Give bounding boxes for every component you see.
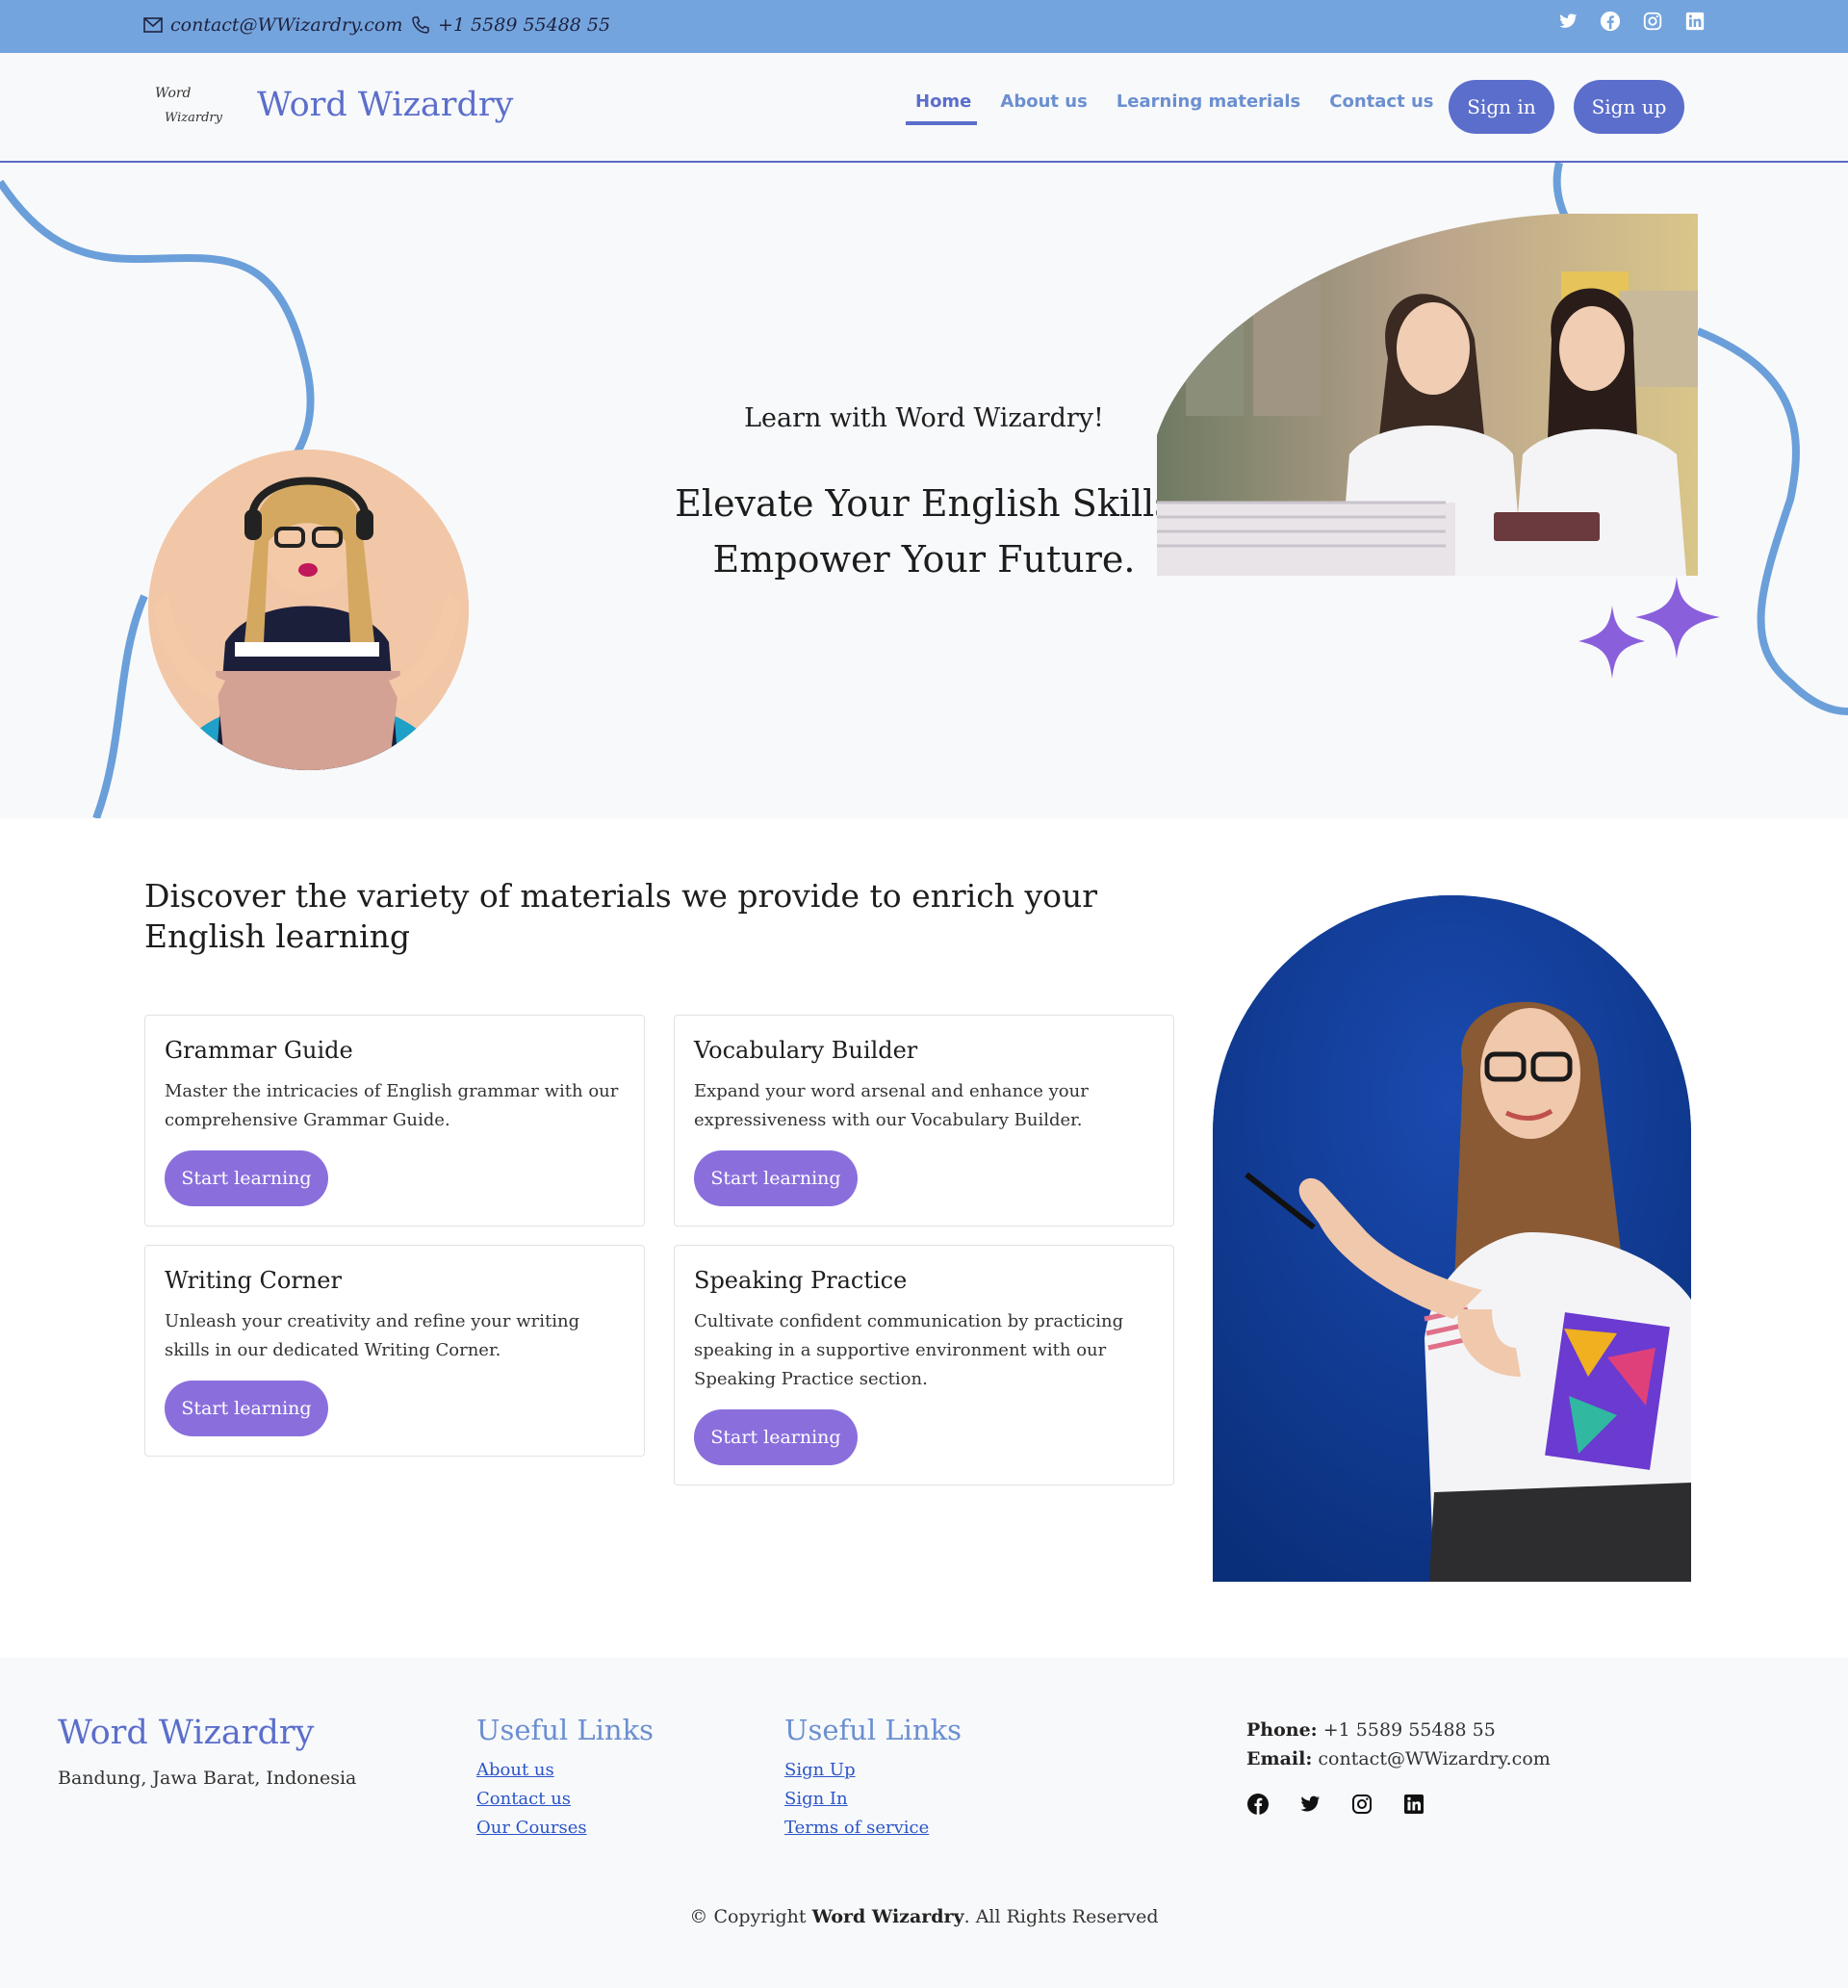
- nav-learning-materials[interactable]: Learning materials: [1107, 91, 1320, 125]
- card-grammar-guide: Grammar Guide Master the intricacies of …: [144, 1015, 645, 1226]
- footer-brand[interactable]: Word Wizardry: [58, 1714, 314, 1752]
- nav-about-us[interactable]: About us: [990, 91, 1106, 125]
- start-learning-button[interactable]: Start learning: [165, 1381, 328, 1436]
- main-nav: Home About us Learning materials Contact…: [906, 91, 1452, 125]
- linkedin-icon[interactable]: [1402, 1793, 1425, 1816]
- materials-title: Discover the variety of materials we pro…: [144, 877, 1098, 955]
- twitter-icon[interactable]: [1298, 1793, 1322, 1816]
- footer-email-label: Email:: [1246, 1748, 1313, 1769]
- facebook-icon[interactable]: [1246, 1793, 1270, 1816]
- sign-in-button[interactable]: Sign in: [1449, 80, 1554, 134]
- sign-up-button[interactable]: Sign up: [1574, 80, 1684, 134]
- hero-subtitle: Learn with Word Wizardry!: [744, 403, 1104, 433]
- footer-phone: Phone: +1 5589 55488 55: [1246, 1716, 1551, 1744]
- footer-email-value: contact@WWizardry.com: [1318, 1748, 1551, 1769]
- linkedin-icon[interactable]: [1684, 11, 1706, 32]
- footer-link-our-courses[interactable]: Our Courses: [476, 1814, 654, 1843]
- facebook-icon[interactable]: [1600, 11, 1621, 32]
- card-text: Expand your word arsenal and enhance you…: [694, 1081, 1089, 1130]
- hero-title-line-1: Elevate Your English Skills: [675, 482, 1173, 525]
- topbar-social: [1557, 11, 1706, 32]
- footer-address: Bandung, Jawa Barat, Indonesia: [58, 1768, 357, 1789]
- copyright-suffix: . All Rights Reserved: [963, 1906, 1159, 1927]
- card-text: Cultivate confident communication by pra…: [694, 1311, 1124, 1389]
- materials-section: Discover the variety of materials we pro…: [0, 818, 1848, 1658]
- card-title: Speaking Practice: [694, 1267, 908, 1294]
- footer-col-title: Useful Links: [784, 1714, 962, 1746]
- phone-icon: [412, 16, 429, 34]
- footer-email: Email: contact@WWizardry.com: [1246, 1744, 1551, 1773]
- hero-image-student-laptop: [148, 450, 469, 770]
- materials-image-student-pointing: [1213, 895, 1691, 1582]
- instagram-icon[interactable]: [1642, 11, 1663, 32]
- sparkles-decoration: [1578, 577, 1720, 679]
- logo-line-2: Wizardry: [165, 111, 222, 125]
- copyright: © Copyright Word Wizardry. All Rights Re…: [0, 1906, 1848, 1927]
- topbar-phone[interactable]: +1 5589 55488 55: [411, 14, 610, 36]
- copyright-brand: Word Wizardry: [811, 1906, 964, 1927]
- site-header: Word Wizardry Word Wizardry Home About u…: [0, 53, 1848, 163]
- nav-home[interactable]: Home: [906, 91, 990, 125]
- brand-name[interactable]: Word Wizardry: [257, 86, 513, 124]
- hero-title-line-2: Empower Your Future.: [712, 538, 1136, 581]
- logo-line-1: Word: [155, 86, 192, 101]
- footer-links-col-1: Useful Links About us Contact us Our Cou…: [476, 1714, 654, 1843]
- footer-phone-value: +1 5589 55488 55: [1322, 1719, 1496, 1741]
- footer-link-contact-us[interactable]: Contact us: [476, 1785, 654, 1814]
- footer-links-col-2: Useful Links Sign Up Sign In Terms of se…: [784, 1714, 962, 1843]
- hero-section: Learn with Word Wizardry! Elevate Your E…: [0, 163, 1848, 818]
- footer-link-sign-up[interactable]: Sign Up: [784, 1756, 962, 1785]
- twitter-icon[interactable]: [1557, 11, 1578, 32]
- topbar-email[interactable]: contact@WWizardry.com: [143, 14, 402, 36]
- footer-phone-label: Phone:: [1246, 1719, 1318, 1741]
- topbar-phone-text: +1 5589 55488 55: [438, 14, 611, 36]
- card-text: Master the intricacies of English gramma…: [165, 1081, 619, 1130]
- start-learning-button[interactable]: Start learning: [694, 1150, 858, 1206]
- site-footer: Word Wizardry Bandung, Jawa Barat, Indon…: [0, 1658, 1848, 1988]
- footer-social: [1246, 1793, 1425, 1816]
- top-bar: contact@WWizardry.com +1 5589 55488 55: [0, 0, 1848, 53]
- footer-contact: Phone: +1 5589 55488 55 Email: contact@W…: [1246, 1716, 1551, 1773]
- footer-link-about-us[interactable]: About us: [476, 1756, 654, 1785]
- footer-col-title: Useful Links: [476, 1714, 654, 1746]
- card-writing-corner: Writing Corner Unleash your creativity a…: [144, 1245, 645, 1457]
- logo[interactable]: Word Wizardry: [151, 80, 230, 138]
- card-title: Writing Corner: [165, 1267, 342, 1294]
- card-title: Grammar Guide: [165, 1037, 353, 1064]
- footer-link-sign-in[interactable]: Sign In: [784, 1785, 962, 1814]
- card-speaking-practice: Speaking Practice Cultivate confident co…: [674, 1245, 1174, 1485]
- footer-link-terms[interactable]: Terms of service: [784, 1814, 962, 1843]
- start-learning-button[interactable]: Start learning: [694, 1409, 858, 1465]
- topbar-email-text: contact@WWizardry.com: [170, 14, 403, 36]
- start-learning-button[interactable]: Start learning: [165, 1150, 328, 1206]
- hero-title: Elevate Your English Skills Empower Your…: [674, 476, 1174, 587]
- instagram-icon[interactable]: [1350, 1793, 1373, 1816]
- envelope-icon: [143, 17, 163, 33]
- card-text: Unleash your creativity and refine your …: [165, 1311, 580, 1360]
- nav-contact-us[interactable]: Contact us: [1320, 91, 1452, 125]
- card-title: Vocabulary Builder: [694, 1037, 918, 1064]
- copyright-prefix: © Copyright: [689, 1906, 807, 1927]
- card-vocabulary-builder: Vocabulary Builder Expand your word arse…: [674, 1015, 1174, 1226]
